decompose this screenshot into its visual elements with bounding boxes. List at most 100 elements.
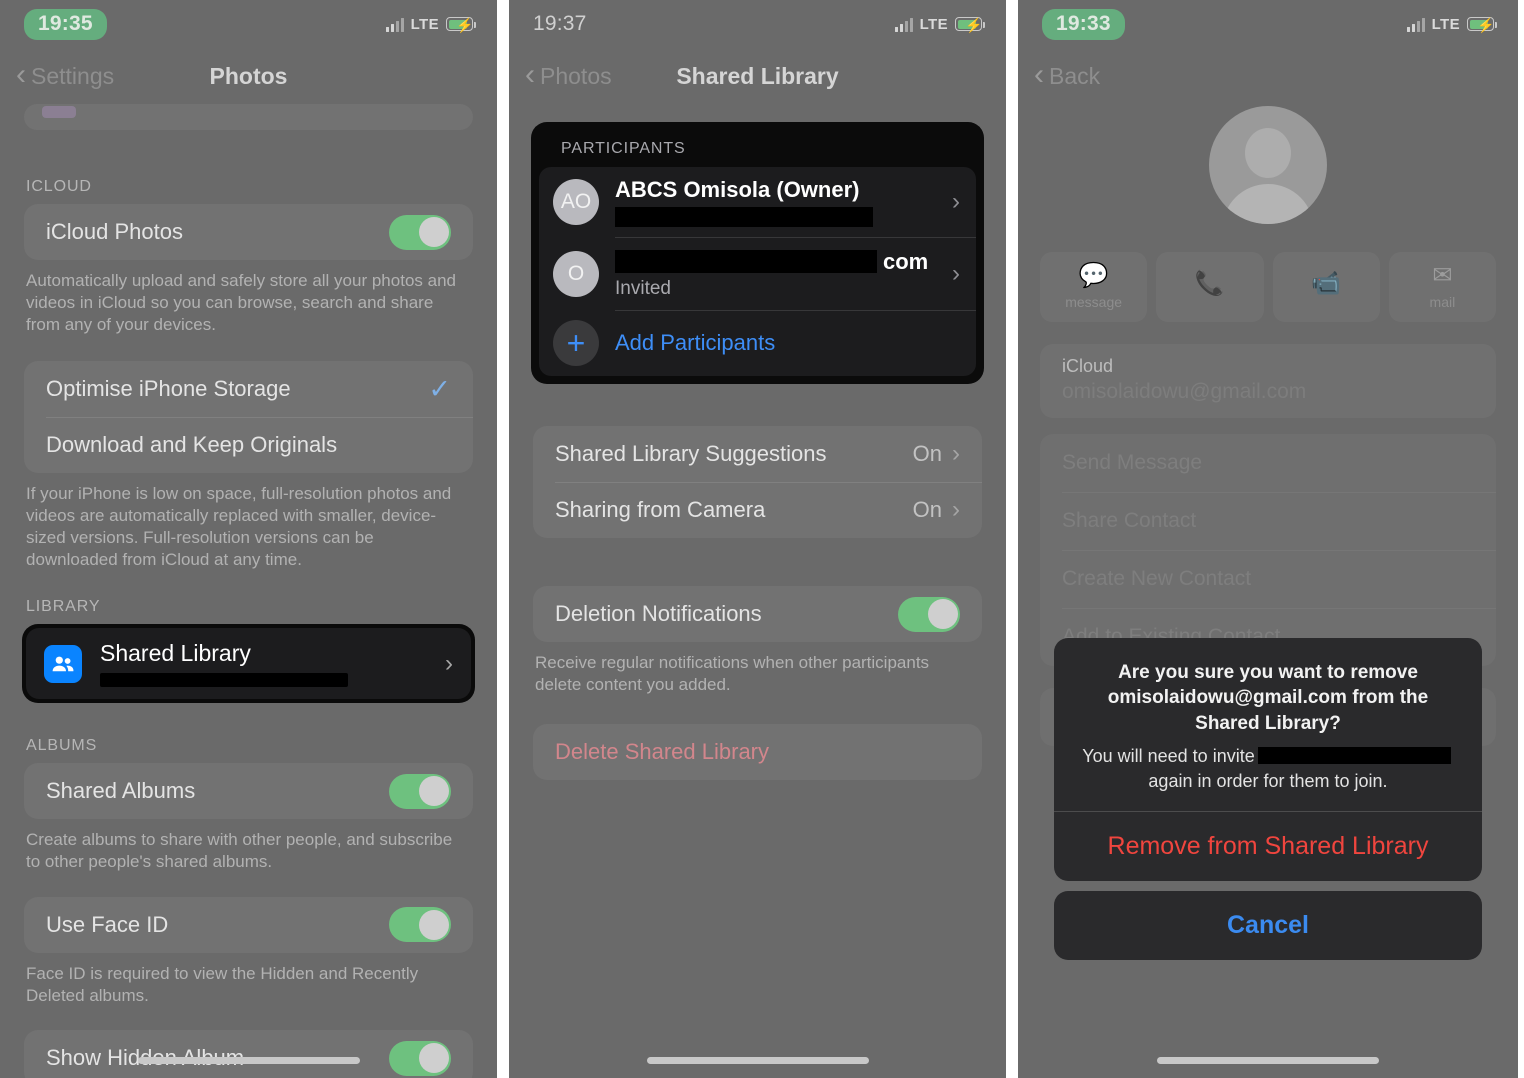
participant-texts: ABCS Omisola (Owner) xyxy=(615,177,936,227)
row-shared-library-suggestions[interactable]: Shared Library Suggestions On › xyxy=(533,426,982,482)
plus-icon: + xyxy=(553,320,599,366)
screenshot-stage: 19:35 LTE ⚡ ‹ Settings Photos ICLOUD iCl… xyxy=(0,0,1524,1078)
back-button-photos[interactable]: ‹ Photos xyxy=(525,58,612,91)
row-delete-shared-library[interactable]: Delete Shared Library xyxy=(533,724,982,780)
settings-list: ICLOUD iCloud Photos Automatically uploa… xyxy=(0,104,497,1078)
camera-sharing-value: On xyxy=(912,497,942,522)
back-button-settings[interactable]: ‹ Settings xyxy=(16,58,115,91)
panel-contact: 19:33 LTE ⚡ ‹ Back 💬 message 📞 📹 ✉ mail … xyxy=(1018,0,1518,1078)
optimise-storage-label: Optimise iPhone Storage xyxy=(46,376,291,402)
row-sharing-from-camera[interactable]: Sharing from Camera On › xyxy=(533,482,982,538)
status-clock: 19:35 xyxy=(24,8,107,40)
checkmark-icon: ✓ xyxy=(428,373,451,404)
status-indicators: LTE ⚡ xyxy=(385,16,476,33)
signal-icon xyxy=(894,17,913,32)
nav-bar: ‹ Photos Shared Library xyxy=(509,48,1006,104)
shared-library-highlight: Shared Library › xyxy=(22,624,475,704)
participants-card: PARTICIPANTS AO ABCS Omisola (Owner) › O… xyxy=(531,122,984,384)
hidden-album-card: Show Hidden Album xyxy=(24,1030,473,1078)
face-id-toggle[interactable] xyxy=(389,907,451,943)
status-indicators: LTE ⚡ xyxy=(894,15,985,33)
deletion-notifications-footnote: Receive regular notifications when other… xyxy=(535,653,930,694)
row-shared-albums[interactable]: Shared Albums xyxy=(24,763,473,819)
home-indicator[interactable] xyxy=(137,1057,360,1064)
back-label: Settings xyxy=(31,62,115,89)
deletion-notifications-toggle[interactable] xyxy=(898,596,960,632)
storage-options-card: Optimise iPhone Storage ✓ Download and K… xyxy=(24,361,473,474)
storage-footnote: If your iPhone is low on space, full-res… xyxy=(26,484,452,569)
face-id-card: Use Face ID xyxy=(24,896,473,953)
alert-message: Are you sure you want to remove omisolai… xyxy=(1054,638,1482,811)
status-bar: 19:35 LTE ⚡ xyxy=(0,0,497,48)
suggestions-value: On xyxy=(912,441,942,466)
delete-shared-library-card: Delete Shared Library xyxy=(533,723,982,780)
icloud-photos-toggle[interactable] xyxy=(389,214,451,250)
add-participants-label: Add Participants xyxy=(615,330,776,355)
section-header-library: LIBRARY xyxy=(26,598,101,616)
battery-charging-icon: ⚡ xyxy=(446,17,476,33)
download-originals-label: Download and Keep Originals xyxy=(46,432,338,458)
redacted-email xyxy=(1257,747,1451,765)
participant-row-invited[interactable]: O com Invited › xyxy=(539,237,976,310)
row-icloud-photos[interactable]: iCloud Photos xyxy=(24,204,473,260)
participants-header: PARTICIPANTS xyxy=(561,140,686,157)
participant-name: ABCS Omisola (Owner) xyxy=(615,177,860,202)
icloud-photos-card: iCloud Photos xyxy=(24,204,473,260)
participant-email-tail: com xyxy=(883,249,929,274)
row-download-originals[interactable]: Download and Keep Originals xyxy=(24,417,473,473)
shared-library-list: PARTICIPANTS AO ABCS Omisola (Owner) › O… xyxy=(509,104,1006,1078)
add-participants-row[interactable]: + Add Participants xyxy=(539,310,976,376)
deletion-notifications-card: Deletion Notifications xyxy=(533,586,982,642)
shared-library-texts: Shared Library xyxy=(100,640,445,688)
chevron-right-icon: › xyxy=(952,496,960,523)
chevron-right-icon: › xyxy=(952,440,960,467)
row-show-hidden-album[interactable]: Show Hidden Album xyxy=(24,1030,473,1078)
section-header-albums: ALBUMS xyxy=(26,737,98,755)
panel-shared-library: 19:37 LTE ⚡ ‹ Photos Shared Library PART… xyxy=(509,0,1006,1078)
redacted-email xyxy=(615,207,936,227)
camera-sharing-label: Sharing from Camera xyxy=(555,497,766,522)
partial-row-above[interactable] xyxy=(24,104,473,130)
redacted-email: com xyxy=(615,249,936,275)
row-use-face-id[interactable]: Use Face ID xyxy=(24,897,473,953)
chevron-right-icon: › xyxy=(952,188,960,215)
row-shared-library[interactable]: Shared Library › xyxy=(26,628,471,700)
home-indicator[interactable] xyxy=(1157,1057,1379,1064)
participant-texts: com Invited xyxy=(615,247,936,300)
row-optimise-storage[interactable]: Optimise iPhone Storage ✓ xyxy=(24,361,473,417)
library-options-card: Shared Library Suggestions On › Sharing … xyxy=(533,426,982,538)
remove-from-shared-library-button[interactable]: Remove from Shared Library xyxy=(1054,812,1482,881)
alert-sub-before: You will need to invite xyxy=(1082,746,1255,767)
redacted-subtitle xyxy=(100,673,348,688)
status-bar: 19:37 LTE ⚡ xyxy=(509,0,1006,48)
chevron-left-icon: ‹ xyxy=(525,58,535,91)
back-label: Photos xyxy=(540,62,612,89)
status-clock: 19:37 xyxy=(533,12,587,35)
battery-charging-icon: ⚡ xyxy=(955,17,985,33)
alert-sub-after: again in order for them to join. xyxy=(1148,770,1388,791)
shared-library-label: Shared Library xyxy=(100,640,251,667)
alert-title: Are you sure you want to remove omisolai… xyxy=(1107,661,1429,734)
avatar: AO xyxy=(553,179,599,225)
participant-status: Invited xyxy=(615,278,671,299)
shared-albums-toggle[interactable] xyxy=(389,773,451,809)
alert-body: Are you sure you want to remove omisolai… xyxy=(1054,637,1482,881)
network-label: LTE xyxy=(919,15,948,33)
remove-participant-alert: Are you sure you want to remove omisolai… xyxy=(1054,637,1482,960)
suggestions-label: Shared Library Suggestions xyxy=(555,441,827,466)
delete-shared-library-label: Delete Shared Library xyxy=(555,738,770,764)
alert-backdrop: Are you sure you want to remove omisolai… xyxy=(1018,0,1518,1078)
participant-row-owner[interactable]: AO ABCS Omisola (Owner) › xyxy=(539,167,976,237)
hidden-album-toggle[interactable] xyxy=(389,1040,451,1076)
chevron-left-icon: ‹ xyxy=(16,58,26,91)
shared-albums-label: Shared Albums xyxy=(46,778,196,804)
avatar: O xyxy=(553,250,599,297)
icloud-photos-label: iCloud Photos xyxy=(46,219,183,244)
row-deletion-notifications[interactable]: Deletion Notifications xyxy=(533,586,982,642)
panel-photos-settings: 19:35 LTE ⚡ ‹ Settings Photos ICLOUD iCl… xyxy=(0,0,497,1078)
chevron-right-icon: › xyxy=(952,259,960,287)
shared-albums-card: Shared Albums xyxy=(24,763,473,820)
cancel-button[interactable]: Cancel xyxy=(1054,891,1482,960)
face-id-footnote: Face ID is required to view the Hidden a… xyxy=(26,963,419,1005)
home-indicator[interactable] xyxy=(646,1057,869,1064)
